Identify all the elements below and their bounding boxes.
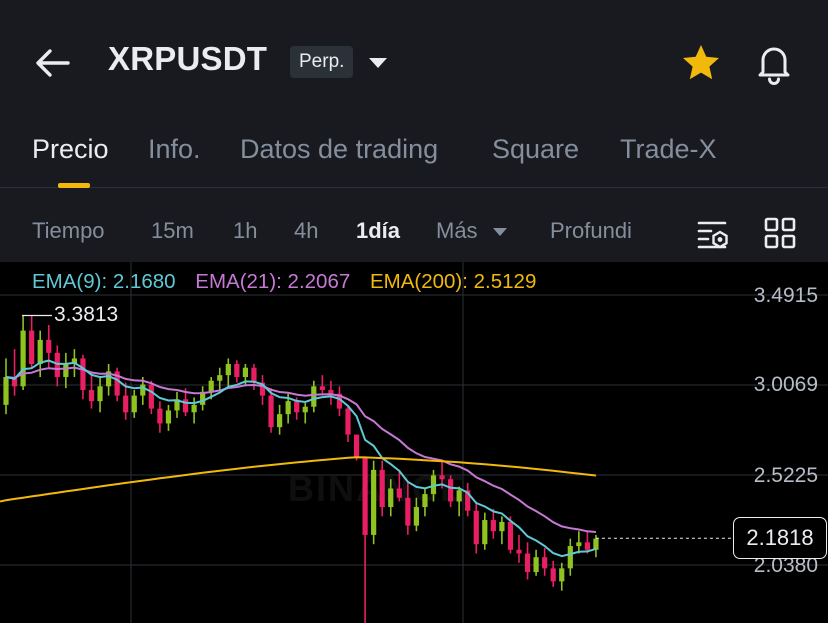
header-bar: XRPUSDT Perp. <box>0 0 828 110</box>
tab-trade-x[interactable]: Trade-X <box>620 134 717 165</box>
candle-up <box>225 364 231 376</box>
candle-down <box>157 408 163 424</box>
candle-down <box>328 390 334 394</box>
candle-up <box>559 568 565 582</box>
candle-down <box>268 395 274 428</box>
candle-up <box>576 542 582 547</box>
tab-datos-de-trading[interactable]: Datos de trading <box>240 134 438 165</box>
candle-down <box>379 469 385 508</box>
y-axis-label: 2.5225 <box>753 464 818 487</box>
interval-tiempo[interactable]: Tiempo <box>32 218 105 244</box>
active-tab-indicator <box>58 183 90 188</box>
y-axis-label: 3.0069 <box>753 373 818 396</box>
candle-up <box>37 339 43 365</box>
interval-1dia[interactable]: 1día <box>356 218 400 244</box>
interval-15m[interactable]: 15m <box>151 218 194 244</box>
candle-up <box>388 488 394 508</box>
ema200-label: EMA(200): 2.5129 <box>369 270 537 293</box>
chevron-down-icon[interactable] <box>366 54 390 72</box>
candle-down <box>46 339 52 353</box>
candle-up <box>593 538 599 550</box>
candle-up <box>208 380 214 392</box>
candle-down <box>524 553 531 573</box>
candle-down <box>234 364 240 378</box>
candle-down <box>584 542 590 550</box>
candle-up <box>131 395 137 413</box>
candle-up <box>242 367 248 378</box>
symbol-title[interactable]: XRPUSDT <box>108 40 267 78</box>
candle-up <box>20 330 26 387</box>
candle-down <box>473 510 479 545</box>
candle-up <box>371 469 377 535</box>
tab-square[interactable]: Square <box>492 134 579 165</box>
candle-down <box>448 479 454 502</box>
candle-down <box>550 568 556 582</box>
candle-up <box>482 520 488 545</box>
candle-down <box>54 352 60 378</box>
candle-up <box>63 364 69 378</box>
candle-up <box>422 494 428 508</box>
candle-up <box>456 490 462 502</box>
candle-down <box>507 521 514 550</box>
candle-up <box>277 414 283 428</box>
candle-up <box>499 521 505 532</box>
ema9-label: EMA(9): 2.1680 <box>32 270 176 293</box>
layout-grid-icon[interactable] <box>760 213 800 253</box>
interval-1h[interactable]: 1h <box>233 218 257 244</box>
candle-up <box>165 410 172 424</box>
high-price-marker: 3.3813 <box>54 303 119 327</box>
candle-down <box>542 557 548 569</box>
mas-dropdown-caret-icon[interactable] <box>492 227 508 237</box>
candle-up <box>311 386 317 407</box>
candle-down <box>123 395 129 413</box>
indicator-settings-icon[interactable] <box>694 213 734 253</box>
candle-down <box>439 475 445 480</box>
candle-down <box>319 386 325 391</box>
tab-info[interactable]: Info. <box>148 134 201 165</box>
candle-down <box>251 367 257 383</box>
candle-up <box>302 406 308 413</box>
candle-up <box>413 507 419 526</box>
candle-down <box>516 549 522 554</box>
candle-down <box>29 330 35 365</box>
ema21-label: EMA(21): 2.2067 <box>195 270 351 293</box>
candle-down <box>353 434 360 457</box>
candle-up <box>567 546 573 569</box>
interval-4h[interactable]: 4h <box>294 218 318 244</box>
ema200-line <box>0 456 597 503</box>
notification-bell-icon[interactable] <box>750 38 798 86</box>
candle-down <box>405 497 411 526</box>
app-screen: XRPUSDT Perp. Precio Info. Datos de trad… <box>0 0 828 623</box>
candle-up <box>285 401 291 415</box>
candle-down <box>294 401 300 413</box>
candlestick-chart-svg[interactable] <box>0 262 828 623</box>
interval-mas[interactable]: Más <box>436 218 478 244</box>
candle-down <box>362 456 368 535</box>
candle-down <box>396 488 402 498</box>
ema-legend: EMA(9): 2.1680 EMA(21): 2.2067 EMA(200):… <box>32 270 550 294</box>
y-axis-label: 3.4915 <box>753 284 818 307</box>
candle-up <box>97 386 103 402</box>
price-chart[interactable]: BINANCE EMA(9): 2.1680 EMA(21): 2.2067 E… <box>0 262 828 623</box>
current-price-tag[interactable]: 2.1818 <box>733 517 827 560</box>
candle-up <box>191 404 197 413</box>
candle-down <box>490 520 496 532</box>
candle-up <box>217 375 223 381</box>
candle-up <box>140 384 146 396</box>
interval-profundidad[interactable]: Profundi <box>550 218 632 244</box>
ema9-line <box>5 359 597 558</box>
back-arrow-icon[interactable] <box>30 40 76 86</box>
candle-up <box>3 377 9 405</box>
favorite-star-icon[interactable] <box>678 40 724 86</box>
main-tabs: Precio Info. Datos de trading Square Tra… <box>0 110 828 188</box>
tab-precio[interactable]: Precio <box>32 134 109 165</box>
candle-down <box>345 408 351 435</box>
candle-down <box>148 384 154 409</box>
interval-bar: Tiempo 15m 1h 4h 1día Más Profundi <box>0 189 828 262</box>
ema21-line <box>5 366 597 533</box>
candle-down <box>80 358 86 391</box>
contract-type-badge: Perp. <box>290 46 354 78</box>
candle-up <box>533 557 539 573</box>
candle-down <box>88 390 95 402</box>
